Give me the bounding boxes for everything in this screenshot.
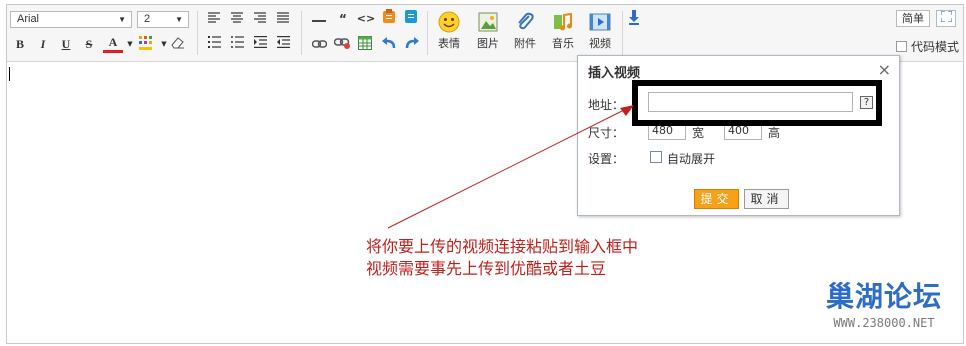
annotation-line-1: 将你要上传的视频连接粘贴到输入框中 [366, 237, 639, 256]
annotation-arrow [387, 105, 634, 229]
watermark-logo: 巢湖论坛 [826, 280, 943, 313]
watermark-url: WWW.238000.NET [833, 316, 935, 330]
annotation-line-2: 视频需要事先上传到优酷或者土豆 [366, 259, 607, 278]
annotation-text: 将你要上传的视频连接粘贴到输入框中 视频需要事先上传到优酷或者土豆 [366, 236, 638, 280]
watermark: 巢湖论坛 WWW.238000.NET [826, 280, 942, 330]
